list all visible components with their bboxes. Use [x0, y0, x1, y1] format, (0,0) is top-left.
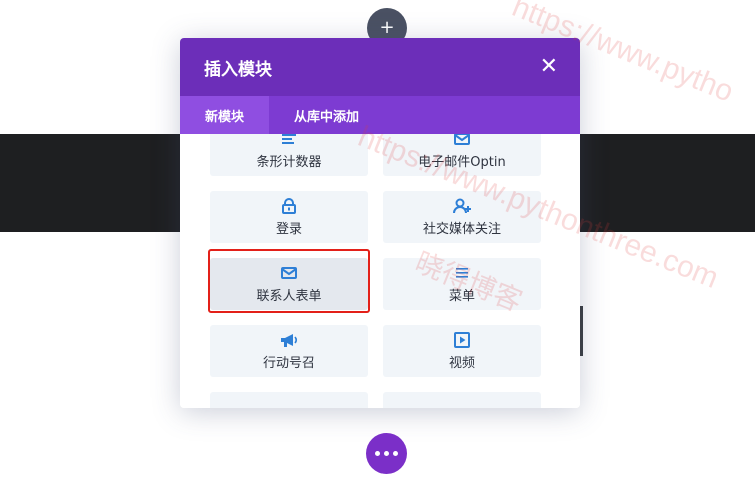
- module-card-email-optin[interactable]: 电子邮件Optin: [383, 134, 541, 176]
- module-card-partial[interactable]: [383, 392, 541, 408]
- tab-new-module[interactable]: 新模块: [180, 96, 270, 134]
- modal-header: 插入模块 ✕: [180, 38, 580, 96]
- lock-icon: [282, 197, 296, 214]
- modal-title: 插入模块: [204, 59, 272, 80]
- module-card-menu[interactable]: 菜单: [383, 258, 541, 310]
- module-card-video[interactable]: 视频: [383, 325, 541, 377]
- module-label: 条形计数器: [256, 154, 322, 170]
- module-card-partial[interactable]: [210, 392, 368, 408]
- module-label: 菜单: [448, 288, 475, 304]
- module-card-call-to-action[interactable]: 行动号召: [210, 325, 368, 377]
- module-card-login[interactable]: 登录: [210, 191, 368, 243]
- module-card-social-follow[interactable]: 社交媒体关注: [383, 191, 541, 243]
- modal-tabs: 新模块 从库中添加: [180, 96, 580, 134]
- megaphone-icon: [280, 332, 298, 348]
- module-label: 行动号召: [262, 355, 315, 371]
- play-icon: [454, 331, 470, 348]
- module-label: 电子邮件Optin: [418, 154, 506, 170]
- module-card-bar-counter[interactable]: 条形计数器: [210, 134, 368, 176]
- insert-module-modal: 插入模块 ✕ 新模块 从库中添加 条形计数器 电子邮件Optin 登录 社交媒体…: [180, 38, 580, 408]
- module-label: 登录: [275, 221, 302, 237]
- module-label: 社交媒体关注: [422, 221, 501, 237]
- module-label: 视频: [448, 355, 475, 371]
- tab-add-from-library[interactable]: 从库中添加: [269, 96, 384, 134]
- user-add-icon: [453, 198, 471, 214]
- close-button[interactable]: ✕: [540, 56, 558, 78]
- more-options-button[interactable]: [366, 433, 407, 474]
- ellipsis-icon: [375, 451, 398, 456]
- highlight-annotation: [208, 249, 370, 313]
- email-icon: [454, 134, 470, 147]
- bar-counter-icon: [282, 134, 296, 147]
- menu-icon: [456, 265, 468, 281]
